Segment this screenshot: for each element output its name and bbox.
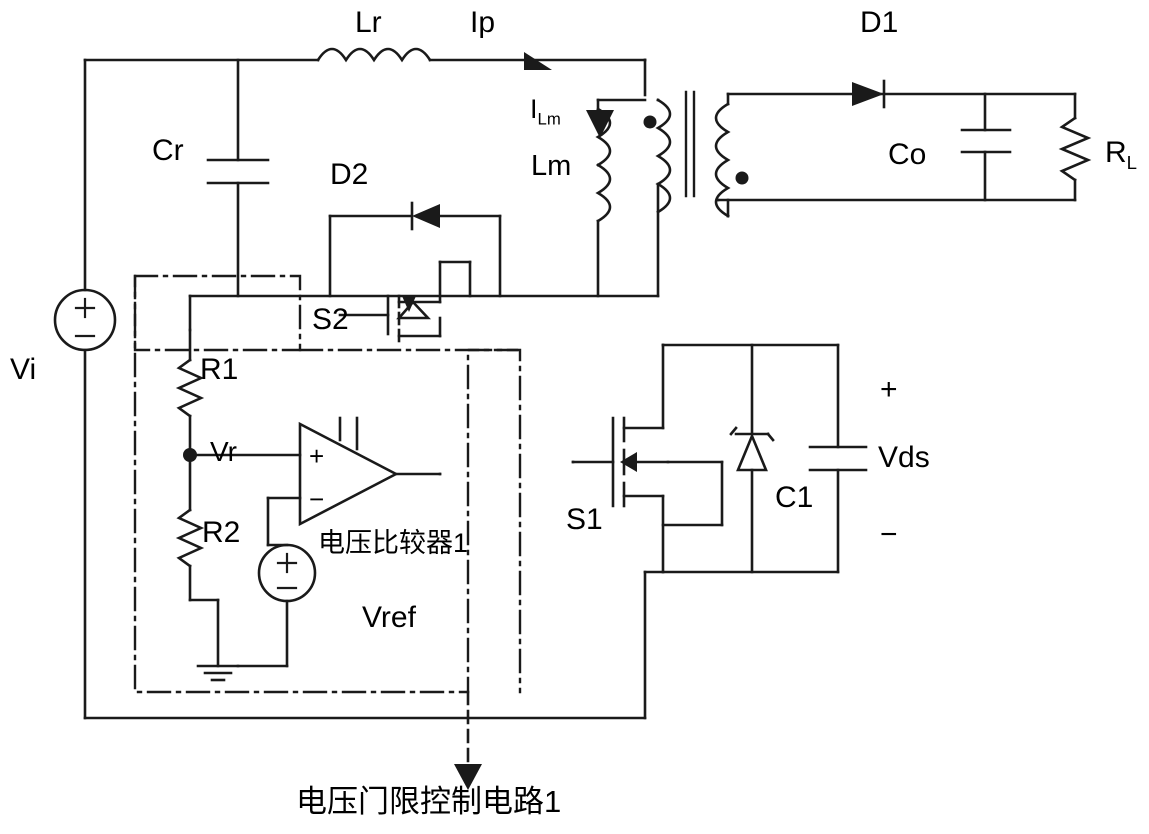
s2-body-arrow-shape	[396, 300, 432, 320]
label-s2: S2	[312, 303, 349, 336]
label-co: Co	[888, 138, 927, 171]
label-comparator: 电压比较器1	[318, 528, 469, 558]
label-d1: D1	[860, 6, 899, 39]
label-vref: Vref	[362, 601, 416, 634]
circuit-diagram-canvas: Vi Cr Lr Ip ILm Lm D1 Co RL D2 S2 S1 C1 …	[0, 0, 1149, 834]
label-vds-minus: −	[880, 518, 898, 551]
label-rl-main: R	[1105, 136, 1127, 169]
label-ilm-main: I	[530, 94, 538, 124]
diode-d1-triangle	[852, 82, 884, 106]
label-r1: R1	[200, 353, 239, 386]
label-vds-plus: +	[880, 373, 898, 406]
label-cr: Cr	[152, 134, 184, 167]
label-ilm-sub: Lm	[537, 109, 561, 129]
label-c1: C1	[775, 481, 814, 514]
inductor-lm-lower	[595, 163, 612, 223]
label-opamp-minus: −	[309, 484, 325, 514]
zener-bar-tick-right	[766, 432, 775, 442]
label-ip: Ip	[470, 6, 496, 39]
inductor-lr	[316, 47, 432, 63]
label-lr: Lr	[355, 6, 382, 39]
label-vr: Vr	[210, 436, 237, 467]
diode-d2-triangle	[412, 204, 440, 228]
resistor-r2	[175, 508, 205, 568]
zener-triangle	[736, 432, 768, 472]
resistor-r1	[175, 358, 205, 418]
resistor-rl	[1058, 116, 1092, 182]
caption-threshold-control: 电压门限控制电路1	[296, 784, 562, 819]
transformer-dot-secondary	[735, 171, 749, 185]
label-opamp-plus: +	[309, 441, 325, 471]
label-vi: Vi	[10, 353, 37, 386]
label-d2: D2	[330, 158, 369, 191]
dashed-box-control-circuit	[133, 274, 522, 694]
label-vds: Vds	[878, 441, 930, 474]
label-ilm: ILm	[530, 96, 561, 128]
dashed-box-upper	[133, 274, 302, 352]
label-rl-sub: L	[1126, 152, 1138, 173]
transformer-dot-primary	[643, 115, 657, 129]
label-lm: Lm	[531, 150, 572, 182]
label-rl: RL	[1105, 138, 1137, 173]
label-s1: S1	[566, 503, 603, 536]
s1-body-arrow	[620, 452, 637, 472]
label-r2: R2	[202, 516, 241, 549]
schematic-svg	[53, 47, 1092, 790]
transformer-primary-winding	[655, 98, 672, 214]
